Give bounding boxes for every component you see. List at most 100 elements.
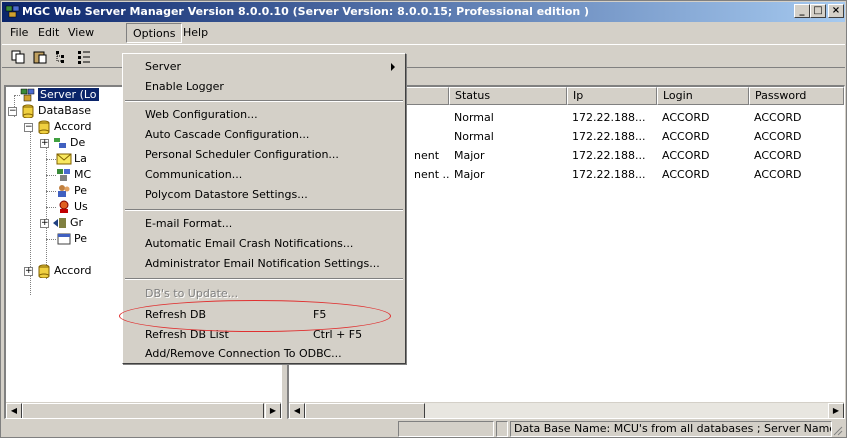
menu-item-label: Server — [145, 60, 182, 73]
scroll-thumb[interactable] — [305, 403, 425, 418]
tree-item-pe2[interactable]: Pe — [46, 231, 88, 247]
tree-connector — [46, 191, 56, 192]
menu-item-personal-scheduler[interactable]: Personal Scheduler Configuration... — [123, 145, 405, 165]
menu-file[interactable]: File — [4, 23, 34, 43]
tree-item-label: Accord — [54, 264, 92, 277]
tree-item-label: Us — [74, 200, 88, 213]
tree-item-accord[interactable]: − Accord — [24, 119, 91, 135]
tree-item-server[interactable]: Server (Lo — [14, 87, 99, 103]
tree-item-label: Gr — [70, 216, 84, 229]
scroll-right-button[interactable]: ▶ — [828, 403, 844, 418]
server-icon — [20, 88, 35, 102]
scroll-left-button[interactable]: ◀ — [6, 403, 22, 418]
tree-hscrollbar[interactable]: ◀ ▶ — [6, 402, 281, 418]
shortcut-label: F5 — [313, 308, 327, 321]
devices-icon — [54, 138, 66, 148]
scroll-thumb[interactable] — [22, 403, 264, 418]
mcu-icon — [57, 169, 70, 181]
menu-item-email-format[interactable]: E-mail Format... — [123, 214, 405, 234]
column-header-password[interactable]: Password — [749, 87, 844, 105]
group-icon — [53, 218, 66, 228]
menu-item-enable-logger[interactable]: Enable Logger — [123, 77, 405, 97]
collapse-toggle[interactable]: − — [8, 106, 17, 116]
tree-item-label: MC — [74, 168, 92, 181]
menu-edit[interactable]: Edit — [32, 23, 65, 43]
menu-item-label: Refresh DB List — [145, 328, 229, 341]
login-cell: ACCORD — [662, 111, 710, 124]
menu-options[interactable]: Options — [126, 23, 183, 43]
column-header-login[interactable]: Login — [657, 87, 749, 105]
expand-toggle[interactable]: + — [40, 218, 49, 228]
menu-item-admin-email-notifications[interactable]: Administrator Email Notification Setting… — [123, 254, 405, 274]
resize-grip-icon[interactable] — [831, 424, 843, 436]
tree-item-label: DataBase — [38, 104, 92, 117]
status-cell: Normal — [454, 111, 494, 124]
tree-item-label: La — [74, 152, 87, 165]
tree-item-label: Server (Lo — [38, 88, 99, 101]
status-panel — [496, 421, 508, 437]
menu-item-polycom-datastore[interactable]: Polycom Datastore Settings... — [123, 185, 405, 205]
menu-item-refresh-db[interactable]: Refresh DB F5 — [123, 305, 405, 325]
tree-item-label: De — [70, 136, 86, 149]
menu-help[interactable]: Help — [177, 23, 214, 43]
maximize-button[interactable]: □ — [810, 4, 826, 18]
window-title: MGC Web Server Manager Version 8.0.0.10 … — [22, 5, 590, 18]
status-cell: Major — [454, 168, 485, 181]
menu-view[interactable]: View — [62, 23, 100, 43]
menu-separator — [125, 278, 403, 280]
menu-item-web-configuration[interactable]: Web Configuration... — [123, 105, 405, 125]
paste-icon[interactable] — [32, 49, 48, 65]
ip-cell: 172.22.188... — [572, 130, 646, 143]
list-view-icon[interactable] — [76, 49, 92, 65]
close-button[interactable]: × — [828, 4, 844, 18]
tree-view-icon[interactable] — [54, 49, 70, 65]
menu-item-email-crash-notifications[interactable]: Automatic Email Crash Notifications... — [123, 234, 405, 254]
name-cell — [409, 110, 449, 126]
expand-toggle[interactable]: + — [24, 266, 33, 276]
password-cell: ACCORD — [754, 111, 802, 124]
database-icon — [38, 264, 50, 278]
status-cell: Major — [454, 149, 485, 162]
name-cell — [409, 129, 449, 145]
menu-item-communication[interactable]: Communication... — [123, 165, 405, 185]
list-hscrollbar[interactable]: ◀ ▶ — [289, 402, 844, 418]
scroll-left-button[interactable]: ◀ — [289, 403, 305, 418]
tree-item-us[interactable]: Us — [46, 199, 88, 215]
ip-cell: 172.22.188... — [572, 111, 646, 124]
tree-item-gr[interactable]: + Gr — [40, 215, 83, 231]
ip-cell: 172.22.188... — [572, 168, 646, 181]
tree-item-label: Pe — [74, 232, 88, 245]
copy-icon[interactable] — [10, 49, 26, 65]
tree-item-accord-2[interactable]: + Accord — [24, 263, 91, 279]
scroll-right-button[interactable]: ▶ — [265, 403, 281, 418]
column-header-status[interactable]: Status — [449, 87, 567, 105]
tree-item-la[interactable]: La — [46, 151, 87, 167]
collapse-toggle[interactable]: − — [24, 122, 33, 132]
expand-toggle[interactable]: + — [40, 138, 49, 148]
minimize-button[interactable]: _ — [794, 4, 810, 18]
tree-item-database[interactable]: − DataBase — [8, 103, 91, 119]
options-menu: Server Enable Logger Web Configuration..… — [122, 53, 406, 364]
tree-connector — [46, 175, 56, 176]
status-text: Data Base Name: MCU's from all databases… — [510, 421, 832, 437]
people-icon — [58, 185, 70, 197]
menu-item-server[interactable]: Server — [123, 57, 405, 77]
menu-item-label: Refresh DB — [145, 308, 207, 321]
app-icon — [5, 5, 20, 18]
database-icon — [38, 120, 50, 134]
ip-cell: 172.22.188... — [572, 149, 646, 162]
login-cell: ACCORD — [662, 130, 710, 143]
column-header-ip[interactable]: Ip — [567, 87, 657, 105]
app-window: MGC Web Server Manager Version 8.0.0.10 … — [0, 0, 847, 438]
shortcut-label: Ctrl + F5 — [313, 328, 363, 341]
title-bar[interactable]: MGC Web Server Manager Version 8.0.0.10 … — [2, 2, 845, 22]
tree-item-devices[interactable]: + De — [40, 135, 85, 151]
tree-item-pe[interactable]: Pe — [46, 183, 87, 199]
menu-item-refresh-db-list[interactable]: Refresh DB List Ctrl + F5 — [123, 325, 405, 345]
menu-item-auto-cascade[interactable]: Auto Cascade Configuration... — [123, 125, 405, 145]
menu-separator — [125, 209, 403, 211]
menu-item-odbc-connection[interactable]: Add/Remove Connection To ODBC... — [123, 344, 405, 364]
password-cell: ACCORD — [754, 149, 802, 162]
tree-connector — [46, 159, 56, 160]
tree-item-mc[interactable]: MC — [46, 167, 92, 183]
